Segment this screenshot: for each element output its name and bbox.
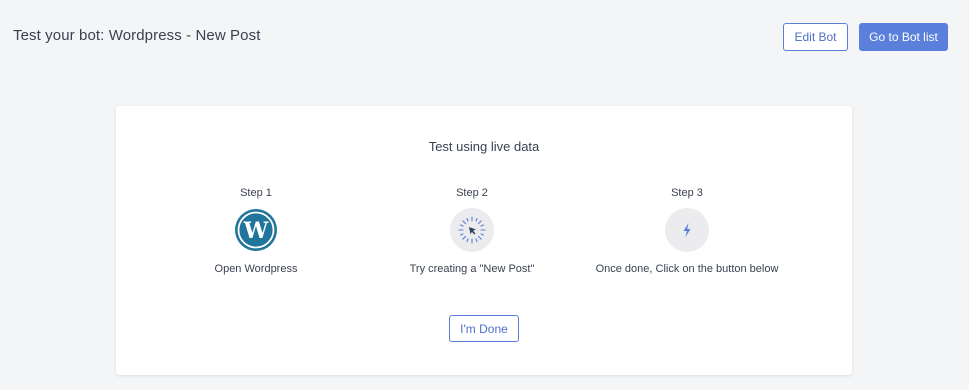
edit-bot-button[interactable]: Edit Bot bbox=[783, 23, 848, 51]
cursor-click-icon bbox=[450, 208, 494, 252]
step-description: Once done, Click on the button below bbox=[595, 263, 779, 275]
svg-text:W: W bbox=[243, 218, 269, 244]
step-2: Step 2 Try creating a "New Post" bbox=[372, 186, 572, 277]
im-done-button[interactable]: I'm Done bbox=[449, 315, 519, 342]
step-label: Step 2 bbox=[456, 187, 488, 199]
lightning-bolt-icon bbox=[665, 208, 709, 252]
step-label: Step 1 bbox=[240, 187, 272, 199]
card-title: Test using live data bbox=[428, 139, 540, 154]
step-1: Step 1 W Open Wordpress bbox=[156, 186, 356, 277]
step-description: Open Wordpress bbox=[214, 263, 298, 275]
page-title: Test your bot: Wordpress - New Post bbox=[13, 27, 261, 44]
step-3: Step 3 Once done, Click on the button be… bbox=[587, 186, 787, 277]
go-to-bot-list-button[interactable]: Go to Bot list bbox=[859, 23, 948, 51]
test-card: Test using live data Step 1 W Open Wordp… bbox=[116, 106, 852, 375]
step-description: Try creating a "New Post" bbox=[409, 263, 535, 275]
step-label: Step 3 bbox=[671, 187, 703, 199]
wordpress-logo-icon: W bbox=[234, 208, 278, 252]
